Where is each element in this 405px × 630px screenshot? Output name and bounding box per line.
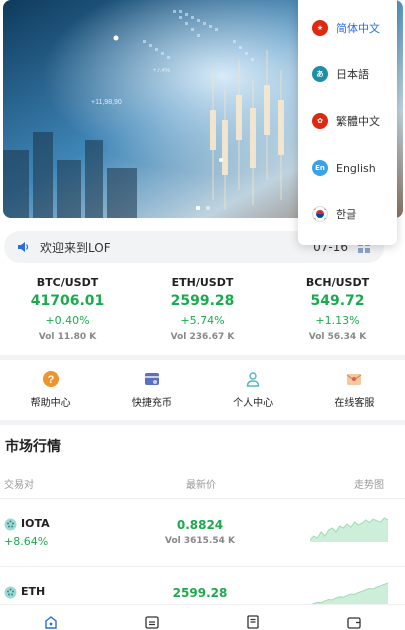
orders-icon <box>247 615 259 629</box>
language-option-zh-cn[interactable]: ★ 简体中文 <box>298 8 397 48</box>
quick-menu: ? 帮助中心 快捷充币 个人中心 在线客服 <box>0 370 405 409</box>
ticker-pair: BTC/USDT <box>36 276 99 289</box>
banner-dot-1[interactable] <box>196 206 200 210</box>
app-home-page: +11,98,90 +7.4% 欢迎来到LOF 07-16 BTC/USDT 4… <box>0 0 405 630</box>
language-option-ko[interactable]: 한글 <box>298 194 397 234</box>
wallet-icon <box>347 617 362 629</box>
ticker-bch[interactable]: BCH/USDT 549.72 +1.13% Vol 56.34 K <box>270 276 405 342</box>
quick-deposit[interactable]: 快捷充币 <box>101 370 202 409</box>
ticker-pair: ETH/USDT <box>171 276 234 289</box>
korea-flag-icon <box>312 206 328 222</box>
eth-coin-icon <box>4 586 17 599</box>
ticker-price: 2599.28 <box>170 293 235 309</box>
header-pair: 交易对 <box>4 480 34 491</box>
ticker-summary: BTC/USDT 41706.01 +0.40% Vol 11.80 K ETH… <box>0 276 405 342</box>
deposit-icon <box>144 373 159 385</box>
help-icon: ? <box>42 371 59 387</box>
coin-name: ETH <box>21 585 46 598</box>
china-flag-icon: ★ <box>312 20 328 36</box>
home-icon <box>44 616 57 629</box>
section-divider <box>0 420 405 425</box>
announcement-text: 欢迎来到LOF <box>40 240 111 255</box>
coin-price: 2599.28 <box>172 586 228 600</box>
section-divider <box>0 355 405 360</box>
quick-label: 在线客服 <box>334 398 375 409</box>
korea-taegeuk-symbol <box>313 208 327 220</box>
japan-icon: あ <box>312 66 328 82</box>
ticker-volume: Vol 11.80 K <box>38 332 97 342</box>
tab-orders[interactable] <box>203 605 304 630</box>
ticker-change: +1.13% <box>315 314 360 327</box>
quick-label: 快捷充币 <box>131 398 172 409</box>
quick-help-center[interactable]: ? 帮助中心 <box>0 370 101 409</box>
market-section-title: 市场行情 <box>5 439 61 455</box>
ticker-btc[interactable]: BTC/USDT 41706.01 +0.40% Vol 11.80 K <box>0 276 135 342</box>
language-label: 한글 <box>336 208 357 221</box>
ticker-price: 41706.01 <box>30 293 105 309</box>
tab-market[interactable] <box>101 605 202 630</box>
banner-dot-2[interactable] <box>206 206 210 210</box>
speaker-icon <box>18 242 29 252</box>
trend-sparkline <box>310 582 388 607</box>
customer-service-icon <box>347 374 362 385</box>
sparkline-area <box>310 518 388 542</box>
coin-name: IOTA <box>21 517 50 530</box>
hongkong-flag-icon: ✿ <box>312 113 328 129</box>
language-label: English <box>336 161 376 175</box>
banner-overlay-text-2: +7.4% <box>153 68 171 74</box>
svg-text:?: ? <box>47 374 54 386</box>
market-table-header: 交易对 最新价 走势图 <box>0 476 405 491</box>
language-option-en[interactable]: En English <box>298 148 397 188</box>
quick-customer-service[interactable]: 在线客服 <box>304 370 405 409</box>
quick-label: 帮助中心 <box>30 398 71 409</box>
bottom-tab-bar <box>0 604 405 630</box>
coin-price: 0.8824 <box>176 518 224 532</box>
language-option-ja[interactable]: あ 日本語 <box>298 54 397 94</box>
english-icon: En <box>312 160 328 176</box>
trend-sparkline <box>310 517 388 542</box>
tab-wallet[interactable] <box>304 605 405 630</box>
market-row-iota[interactable]: IOTA +8.64% 0.8824 Vol 3615.54 K <box>0 498 405 558</box>
coin-volume: Vol 3615.54 K <box>165 536 235 546</box>
header-trend: 走势图 <box>354 480 384 491</box>
market-icon <box>145 616 159 629</box>
language-dropdown: ★ 简体中文 あ 日本語 ✿ 繁體中文 En English 한글 <box>298 0 397 245</box>
ticker-volume: Vol 56.34 K <box>308 332 367 342</box>
language-label: 日本語 <box>336 68 369 81</box>
quick-label: 个人中心 <box>233 398 274 409</box>
tab-home[interactable] <box>0 605 101 630</box>
ticker-change: +0.40% <box>45 314 90 327</box>
ticker-pair: BCH/USDT <box>305 276 370 289</box>
quick-user-center[interactable]: 个人中心 <box>203 370 304 409</box>
coin-change: +8.64% <box>4 535 49 548</box>
language-label: 简体中文 <box>336 22 380 35</box>
banner-overlay-text-1: +11,98,90 <box>91 99 122 106</box>
ticker-volume: Vol 236.67 K <box>170 332 235 342</box>
language-option-zh-tw[interactable]: ✿ 繁體中文 <box>298 101 397 141</box>
ticker-eth[interactable]: ETH/USDT 2599.28 +5.74% Vol 236.67 K <box>135 276 270 342</box>
language-label: 繁體中文 <box>336 115 380 128</box>
ticker-change: +5.74% <box>180 314 225 327</box>
user-icon <box>246 372 260 387</box>
iota-coin-icon <box>4 518 17 531</box>
ticker-price: 549.72 <box>310 293 365 309</box>
header-price: 最新价 <box>186 480 216 491</box>
